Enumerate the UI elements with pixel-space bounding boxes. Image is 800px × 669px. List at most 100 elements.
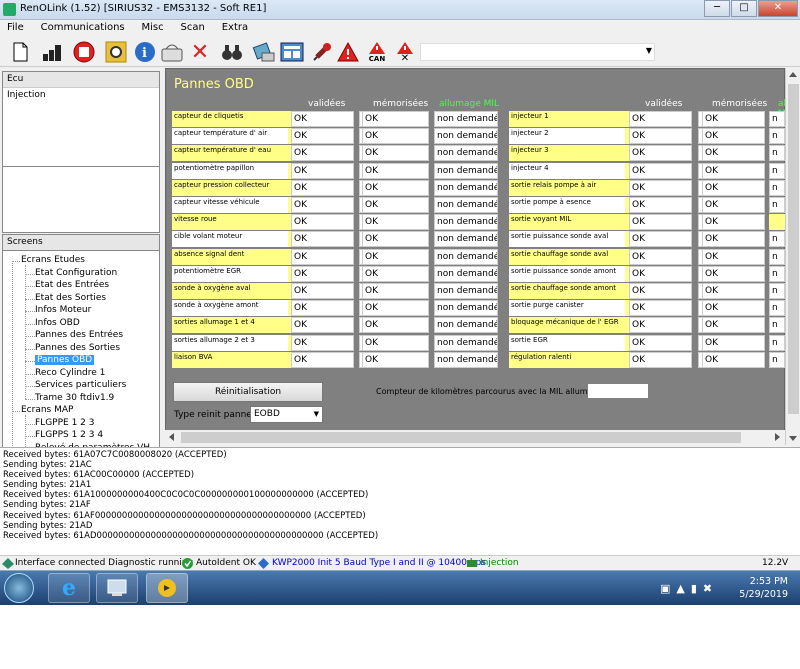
maximize-button[interactable]: □ [731, 0, 757, 17]
validee-value: OK [291, 111, 354, 127]
col-header-memorisees-right: mémorisées [712, 99, 768, 109]
voltage-status: 12.2V [762, 558, 789, 568]
fault-label: capteur température d' air [172, 128, 288, 145]
close-button[interactable]: ✕ [758, 0, 798, 17]
signal-bars-icon[interactable] [40, 40, 64, 64]
fault-label: sortie pompe à esence [509, 197, 625, 213]
memorisee-value: OK [362, 248, 429, 265]
ecu-item-injection[interactable]: Injection [3, 88, 159, 104]
clear-warning-icon[interactable]: ✕ [393, 40, 417, 64]
fault-label: bloquage mécanique de l' EGR [509, 317, 625, 334]
app-icon [3, 3, 16, 16]
log-line: Received bytes: 61A07C7C0080008020 (ACCE… [3, 450, 227, 460]
fault-label: capteur de cliquetis [172, 111, 288, 127]
menu-bar: File Communications Misc Scan Extra [0, 20, 800, 37]
tree-item-pannes-des-entr-es[interactable]: Pannes des Entrées [35, 330, 123, 340]
port-selector[interactable]: ▼ [420, 43, 655, 61]
fault-label: injecteur 4 [509, 162, 625, 179]
log-line: Sending bytes: 21AF [3, 500, 91, 511]
fault-label: sonde à oxygène amont [172, 300, 288, 317]
fault-label: potentiomètre EGR [172, 265, 288, 282]
horizontal-scrollbar[interactable] [165, 430, 785, 445]
validee-value: OK [629, 128, 692, 145]
fault-label: capteur pression collecteur [172, 179, 288, 196]
minimize-button[interactable]: ─ [704, 0, 730, 17]
tree-item-pannes-des-sorties[interactable]: Pannes des Sorties [35, 343, 120, 353]
pin-icon[interactable] [310, 40, 334, 64]
clock[interactable]: 2:53 PM 5/29/2019 [739, 575, 788, 601]
memorisee-value: OK [362, 197, 429, 213]
menu-scan[interactable]: Scan [174, 20, 212, 35]
validee-value: OK [629, 300, 692, 317]
start-button[interactable] [4, 573, 34, 603]
tree-item-etat-des-sorties[interactable]: Etat des Sorties [35, 293, 106, 303]
tree-item-etat-des-entr-es[interactable]: Etat des Entrées [35, 280, 109, 290]
internet-explorer-icon[interactable]: e [48, 573, 90, 603]
tree-item-infos-obd[interactable]: Infos OBD [35, 318, 80, 328]
tree-item-etat-configuration[interactable]: Etat Configuration [35, 268, 117, 278]
log-line: Sending bytes: 21AC [3, 460, 92, 471]
fault-label: capteur vitesse véhicule [172, 197, 288, 213]
tree-item-ecrans-map[interactable]: Ecrans MAP [21, 405, 73, 415]
type-reinit-select[interactable]: EOBD ▼ [250, 406, 323, 423]
binoculars-icon[interactable] [220, 40, 244, 64]
mil-value: n [769, 111, 785, 127]
tree-item-ecrans-etudes[interactable]: Ecrans Etudes [21, 255, 85, 265]
fault-label: capteur température d' eau [172, 145, 288, 162]
memorisee-value: OK [362, 145, 429, 162]
memorisee-value: OK [362, 334, 429, 351]
mil-value: non demandé [434, 248, 498, 265]
mil-value: non demandé [434, 300, 498, 317]
tree-item-reco-cylindre-1[interactable]: Reco Cylindre 1 [35, 368, 105, 378]
stop-icon[interactable] [72, 40, 96, 64]
mil-value: n [769, 231, 785, 248]
menu-communications[interactable]: Communications [34, 20, 132, 35]
can-warning-icon[interactable]: CAN [365, 40, 389, 64]
fault-label: sortie relais pompe à air [509, 179, 625, 196]
new-document-icon[interactable] [8, 40, 32, 64]
col-header-mil-left: allumage MIL [439, 99, 500, 109]
renolink-taskbar-icon[interactable] [146, 573, 188, 603]
fault-label: liaison BVA [172, 351, 288, 368]
tree-item-flgppe-1-2-3[interactable]: FLGPPE 1 2 3 [35, 418, 94, 428]
tree-item-services-particuliers[interactable]: Services particuliers [35, 380, 126, 390]
memorisee-value: OK [702, 265, 765, 282]
mil-value: non demandé [434, 334, 498, 351]
memorisee-value: OK [362, 231, 429, 248]
fault-label: sorties allumage 1 et 4 [172, 317, 288, 334]
menu-misc[interactable]: Misc [135, 20, 171, 35]
dashboard-icon[interactable] [280, 40, 304, 64]
log-line: Received bytes: 61AF00000000000000000000… [3, 510, 366, 521]
tree-item-infos-moteur[interactable]: Infos Moteur [35, 305, 91, 315]
validee-value: OK [629, 231, 692, 248]
settings-gear-icon[interactable] [104, 40, 128, 64]
menu-file[interactable]: File [0, 20, 31, 35]
validee-value: OK [291, 265, 354, 282]
menu-extra[interactable]: Extra [215, 20, 255, 35]
memorisee-value: OK [362, 111, 429, 127]
tree-item-trame-30-ftdiv1-9[interactable]: Trame 30 ftdiv1.9 [35, 393, 114, 403]
vertical-scrollbar[interactable] [785, 68, 800, 445]
warning-icon[interactable] [336, 40, 360, 64]
tree-item-flgpps-1-2-3-4[interactable]: FLGPPS 1 2 3 4 [35, 430, 103, 440]
explorer-taskbar-icon[interactable] [96, 573, 138, 603]
validee-value: OK [629, 351, 692, 368]
validee-value: OK [629, 162, 692, 179]
reset-device-icon[interactable] [160, 40, 184, 64]
mil-value: n [769, 145, 785, 162]
validee-value: OK [291, 351, 354, 368]
network-config-icon[interactable] [252, 40, 276, 64]
validee-value: OK [629, 214, 692, 231]
tree-item-pannes-obd[interactable]: Pannes OBD [35, 355, 95, 365]
memorisee-value: OK [362, 179, 429, 196]
reinit-button[interactable]: Réinitialisation [173, 382, 323, 402]
info-icon[interactable]: i [133, 40, 157, 64]
validee-value: OK [291, 248, 354, 265]
fault-label: cible volant moteur [172, 231, 288, 248]
autoident-status: AutoIdent OK [196, 558, 256, 568]
left-panel: Ecu Injection Screens Ecrans Etudes Etat … [0, 68, 163, 512]
memorisee-value: OK [362, 214, 429, 231]
delete-icon[interactable]: ✕ [188, 40, 212, 65]
system-tray-icons[interactable]: ▣▲▮✖ [660, 582, 718, 595]
memorisee-value: OK [362, 351, 429, 368]
